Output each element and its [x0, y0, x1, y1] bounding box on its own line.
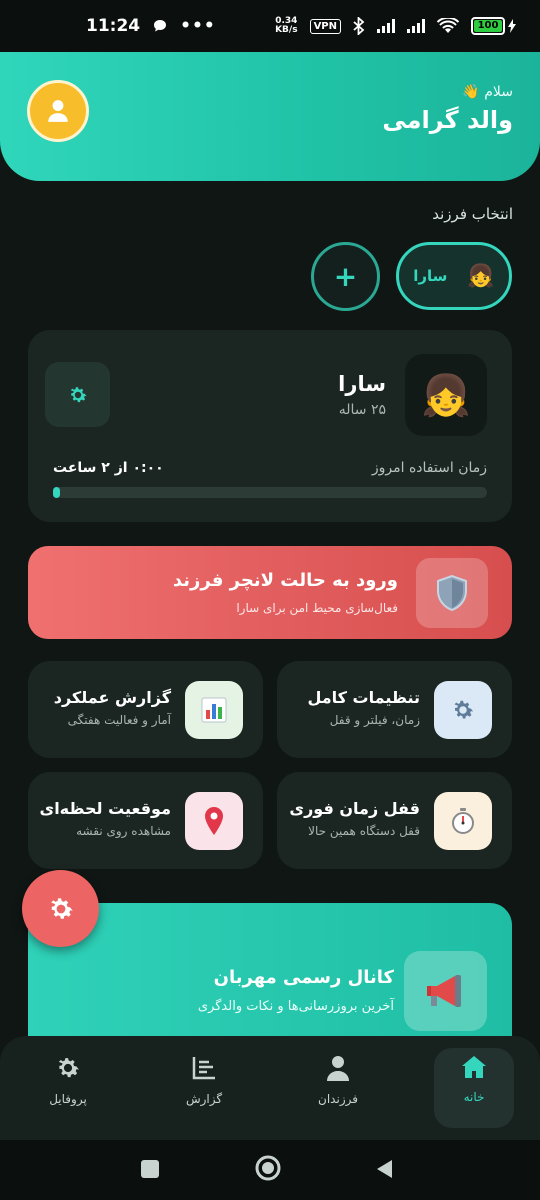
child-chip-selected[interactable]: سارا 👧: [396, 242, 512, 310]
user-icon: [48, 100, 68, 122]
launcher-title: ورود به حالت لانچر فرزند: [172, 570, 398, 591]
channel-subtitle: آخرین بروزرسانی‌ها و نکات والدگری: [197, 999, 394, 1014]
tile-subtitle: مشاهده روی نقشه: [76, 824, 171, 838]
channel-icon-box: [404, 951, 487, 1031]
gear-icon: [50, 897, 73, 919]
tile-title: موقعیت لحظه‌ای: [39, 799, 171, 818]
avatar[interactable]: [27, 80, 89, 142]
tile-title: قفل زمان فوری: [289, 799, 420, 818]
tile-icon-box: [434, 792, 492, 850]
status-right: 0.34 KB/s VPN 100: [275, 17, 516, 35]
signal-icon-secondary: [407, 19, 425, 33]
home-icon: [462, 1056, 486, 1078]
live-location-tile[interactable]: موقعیت لحظه‌ای مشاهده روی نقشه: [28, 772, 263, 869]
system-nav-bar: [0, 1140, 540, 1200]
nav-children-label: فرزندان: [318, 1092, 358, 1106]
nav-home-label: خانه: [463, 1090, 485, 1104]
channel-title: کانال رسمی مهربان: [213, 967, 394, 988]
gear-icon: [70, 386, 87, 402]
full-settings-tile[interactable]: تنظیمات کامل زمان، فیلتر و قفل: [277, 661, 512, 758]
megaphone-icon: [426, 975, 461, 1007]
chat-bubble-icon: [154, 20, 167, 32]
bar-chart-icon: [201, 697, 227, 723]
usage-value: ۰:۰۰ از ۲ ساعت: [53, 460, 164, 476]
greeting-name: والد گرامی: [382, 106, 513, 134]
child-face-icon: 👧: [405, 354, 487, 436]
nav-item-profile[interactable]: پروفایل: [18, 1054, 118, 1106]
tile-icon-box: [185, 681, 243, 739]
usage-progress-bar: [53, 487, 487, 498]
status-time: 11:24: [86, 16, 141, 36]
usage-progress-fill: [53, 487, 60, 498]
child-summary-card: 👧 سارا ۲۵ ساله زمان استفاده امروز ۰:۰۰ ا…: [28, 330, 512, 522]
location-pin-icon: [205, 807, 223, 835]
battery-indicator: 100: [471, 17, 516, 35]
vpn-badge: VPN: [309, 18, 341, 34]
child-settings-button[interactable]: [45, 362, 110, 427]
child-name: سارا: [338, 372, 386, 396]
nav-item-children[interactable]: فرزندان: [288, 1054, 388, 1106]
stopwatch-icon: [452, 808, 474, 834]
select-child-title: انتخاب فرزند: [432, 205, 513, 223]
launcher-subtitle: فعال‌سازی محیط امن برای سارا: [236, 601, 398, 615]
tile-title: تنظیمات کامل: [307, 688, 420, 707]
status-left: 11:24 •••: [86, 16, 216, 36]
tile-icon-box: [185, 792, 243, 850]
plus-icon: +: [333, 260, 358, 293]
nav-profile-label: پروفایل: [49, 1092, 87, 1106]
nav-item-report[interactable]: گزارش: [154, 1054, 254, 1106]
usage-label: زمان استفاده امروز: [371, 460, 487, 476]
tile-subtitle: قفل دستگاه همین حالا: [308, 824, 420, 838]
signal-icon: [377, 19, 395, 33]
greeting-small: سلام 👋: [462, 84, 513, 100]
gear-icon: [454, 700, 474, 719]
nav-item-home[interactable]: خانه: [424, 1054, 524, 1104]
gear-icon: [58, 1058, 79, 1078]
person-icon: [327, 1056, 349, 1081]
tile-icon-box: [434, 681, 492, 739]
bottom-nav: خانه فرزندان گزارش پروفایل: [0, 1036, 540, 1140]
charging-bolt-icon: [508, 19, 516, 33]
wifi-icon: [437, 18, 459, 33]
net-speed: 0.34 KB/s: [275, 16, 298, 35]
child-age: ۲۵ ساله: [338, 402, 386, 418]
official-channel-banner[interactable]: کانال رسمی مهربان آخرین بروزرسانی‌ها و ن…: [28, 903, 512, 1043]
instant-time-lock-tile[interactable]: قفل زمان فوری قفل دستگاه همین حالا: [277, 772, 512, 869]
home-circle-icon[interactable]: [254, 1154, 282, 1182]
status-bar: 11:24 ••• 0.34 KB/s VPN 100: [0, 0, 540, 52]
app-header: سلام 👋 والد گرامی: [0, 52, 540, 181]
performance-report-tile[interactable]: گزارش عملکرد آمار و فعالیت هفتگی: [28, 661, 263, 758]
child-chip-name: سارا: [413, 267, 448, 285]
tile-subtitle: آمار و فعالیت هفتگی: [67, 713, 171, 727]
add-child-button[interactable]: +: [311, 242, 380, 311]
recents-square-icon[interactable]: [139, 1158, 161, 1180]
tile-subtitle: زمان، فیلتر و قفل: [329, 713, 420, 727]
report-chart-icon: [192, 1057, 215, 1080]
launcher-icon-box: [416, 558, 488, 628]
greeting: سلام 👋 والد گرامی: [382, 84, 513, 134]
shield-icon: [437, 574, 467, 612]
child-emoji-icon: 👧: [467, 263, 495, 289]
back-triangle-icon[interactable]: [374, 1158, 396, 1180]
tile-title: گزارش عملکرد: [53, 688, 171, 707]
launcher-mode-banner[interactable]: ورود به حالت لانچر فرزند فعال‌سازی محیط …: [28, 546, 512, 639]
settings-fab[interactable]: [22, 870, 99, 947]
bluetooth-icon: [353, 17, 365, 35]
more-dots-icon: •••: [180, 16, 216, 36]
nav-report-label: گزارش: [185, 1092, 223, 1106]
